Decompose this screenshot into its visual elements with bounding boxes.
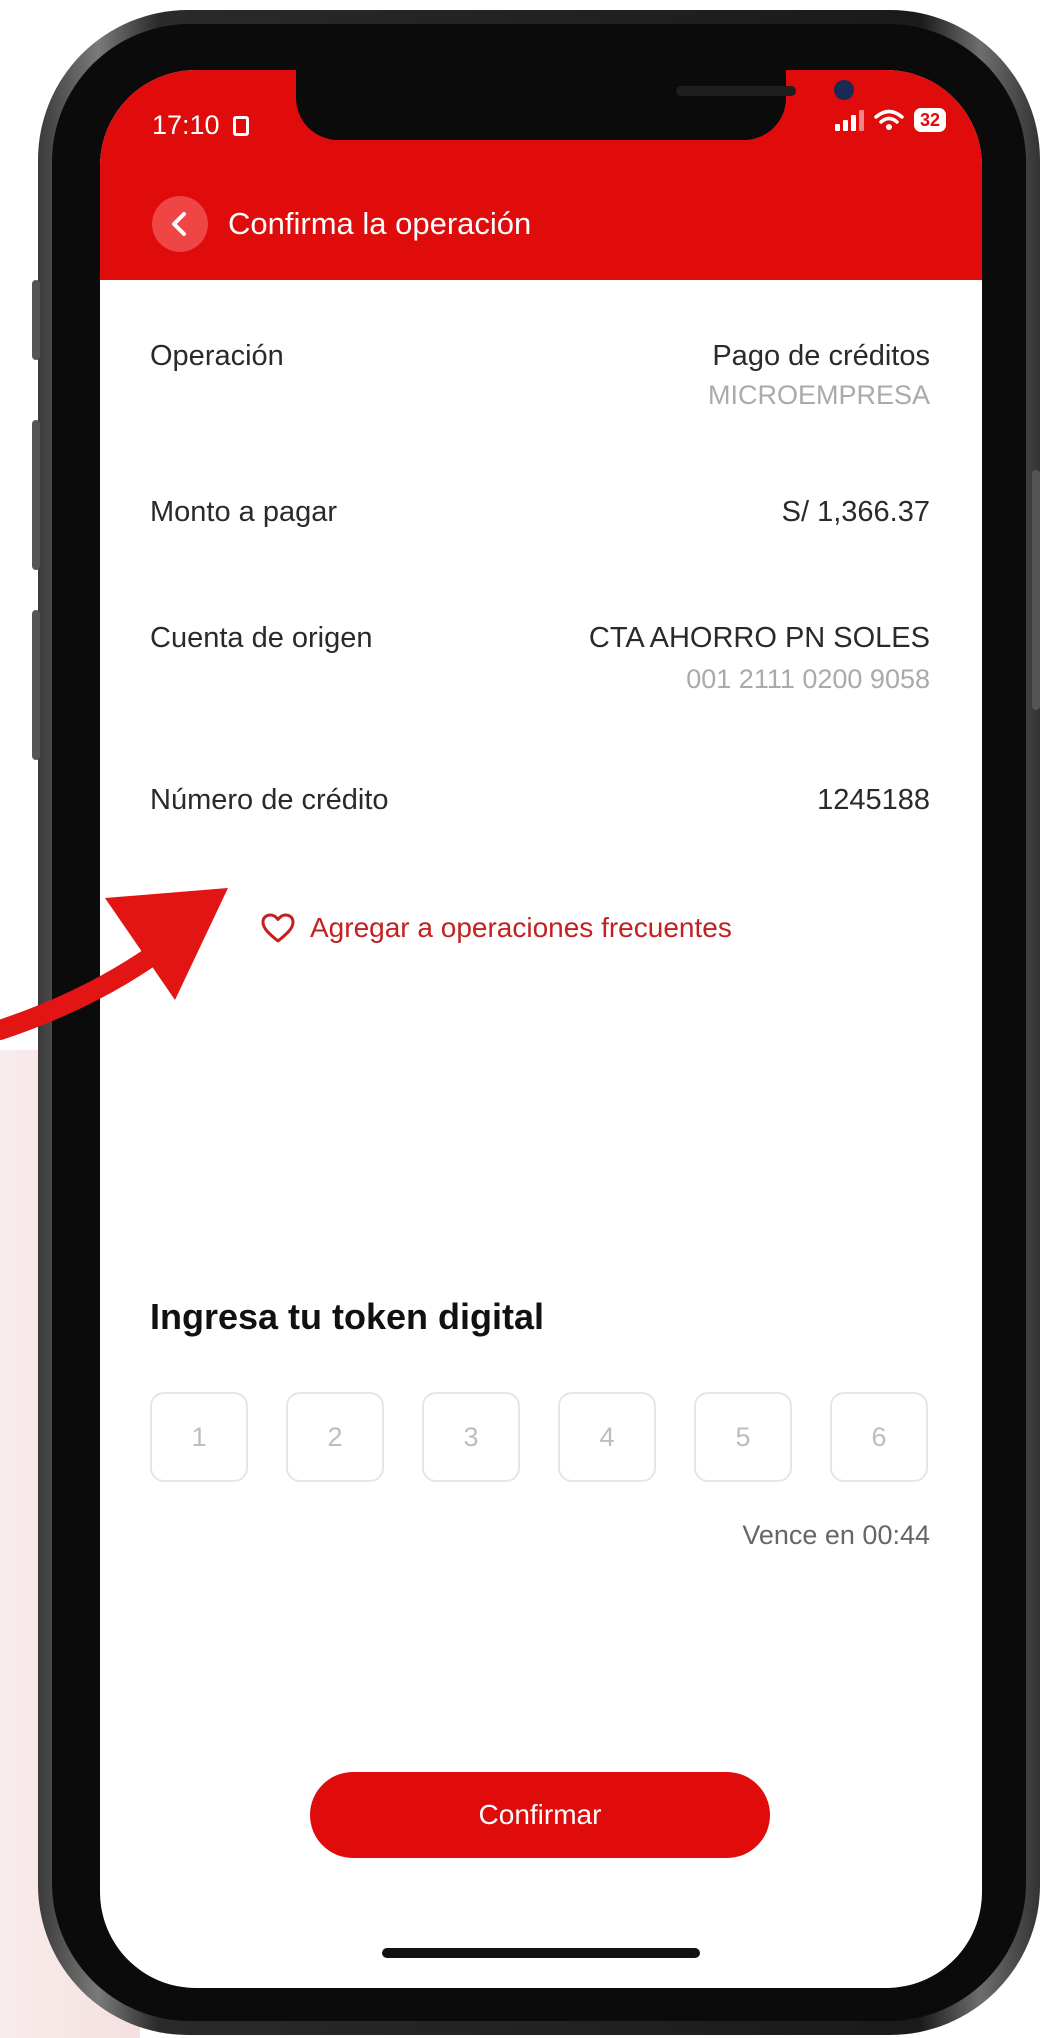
token-digit-placeholder: 4 bbox=[599, 1421, 615, 1452]
token-digit-placeholder: 5 bbox=[735, 1421, 751, 1452]
source-account-label: Cuenta de origen bbox=[150, 622, 373, 654]
token-digit-placeholder: 3 bbox=[463, 1421, 479, 1452]
side-button-volume-up bbox=[32, 420, 40, 570]
app-header: 17:10 32 Confirma la operación bbox=[100, 70, 982, 280]
status-icons: 32 bbox=[834, 108, 946, 132]
token-digit-3[interactable]: 3 bbox=[422, 1392, 520, 1482]
heart-icon bbox=[261, 913, 295, 943]
side-button-power bbox=[1032, 470, 1040, 710]
page-title: Confirma la operación bbox=[228, 206, 532, 241]
speaker bbox=[676, 86, 796, 96]
add-favorite-label: Agregar a operaciones frecuentes bbox=[310, 912, 732, 943]
token-digit-6[interactable]: 6 bbox=[830, 1392, 928, 1482]
token-digit-2[interactable]: 2 bbox=[286, 1392, 384, 1482]
token-digit-1[interactable]: 1 bbox=[150, 1392, 248, 1482]
credit-number-label: Número de crédito bbox=[150, 784, 389, 816]
battery-icon: 32 bbox=[913, 108, 946, 132]
chevron-left-icon bbox=[172, 212, 186, 236]
token-digit-placeholder: 1 bbox=[191, 1421, 207, 1452]
side-button-volume-down bbox=[32, 610, 40, 760]
operation-label: Operación bbox=[150, 340, 284, 372]
token-expiry: Vence en 00:44 bbox=[742, 1520, 930, 1550]
status-time: 17:10 bbox=[152, 110, 250, 141]
back-button[interactable] bbox=[152, 196, 208, 252]
token-title: Ingresa tu token digital bbox=[150, 1296, 545, 1337]
notch bbox=[296, 70, 854, 140]
amount-value: S/ 1,366.37 bbox=[781, 496, 930, 528]
add-favorite-button[interactable]: Agregar a operaciones frecuentes bbox=[260, 912, 732, 944]
amount-label: Monto a pagar bbox=[150, 496, 338, 528]
credit-number-value: 1245188 bbox=[817, 784, 930, 816]
token-digit-placeholder: 6 bbox=[871, 1421, 887, 1452]
token-digit-5[interactable]: 5 bbox=[694, 1392, 792, 1482]
source-account-number: 001 2111 0200 9058 bbox=[686, 664, 930, 694]
front-camera bbox=[834, 80, 854, 100]
operation-value: Pago de créditos bbox=[712, 340, 930, 372]
annotation-arrow-icon bbox=[0, 888, 228, 1040]
operation-subtype: MICROEMPRESA bbox=[707, 380, 930, 410]
home-indicator[interactable] bbox=[382, 1948, 700, 1958]
signal-icon bbox=[834, 109, 864, 131]
side-button-mute bbox=[32, 280, 40, 360]
source-account-value: CTA AHORRO PN SOLES bbox=[588, 622, 930, 654]
sim-icon bbox=[233, 116, 250, 136]
token-digit-placeholder: 2 bbox=[327, 1421, 343, 1452]
wifi-icon bbox=[874, 109, 904, 130]
confirm-button[interactable]: Confirmar bbox=[310, 1772, 770, 1858]
token-digit-4[interactable]: 4 bbox=[558, 1392, 656, 1482]
